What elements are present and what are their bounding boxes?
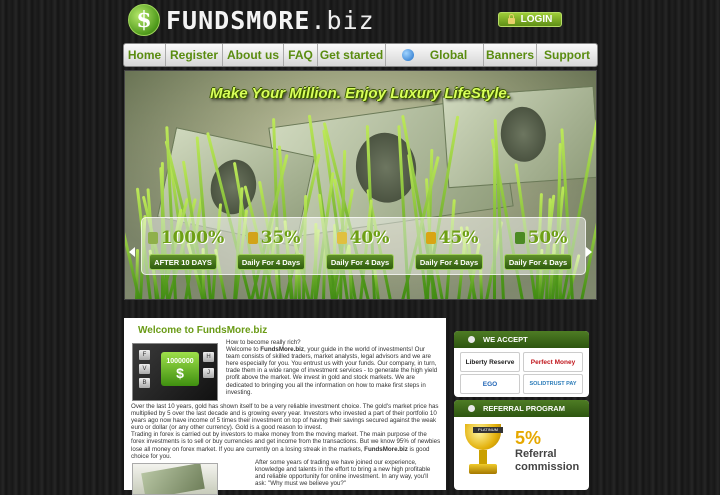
hero-banner: Make Your Million. Enjoy Luxury LifeStyl… [124,70,597,300]
referral-program-box: REFERRAL PROGRAM PLATINUM 5% Referral co… [454,400,589,490]
we-accept-header: WE ACCEPT [454,331,589,348]
logo-text: FUNDSMORE.biz [166,6,375,35]
money-rolls-image [132,463,218,495]
plan-card: 35% Daily For 4 Days [230,218,318,274]
we-accept-title: WE ACCEPT [483,335,528,344]
welcome-title: Welcome to FundsMore.biz [138,325,268,336]
globe-icon [401,49,414,61]
banner-tagline: Make Your Million. Enjoy Luxury LifeStyl… [210,85,511,102]
nav-support-label: Support [544,48,590,62]
plan-card: 45% Daily For 4 Days [408,218,496,274]
investment-plans: 1000% AFTER 10 DAYS 35% Daily For 4 Days… [141,217,586,275]
dollar-roll-image [141,464,205,494]
money-bag-icon [147,232,158,244]
logo-text-bold: FUNDSMORE [166,5,311,35]
trophy-plate: PLATINUM [473,427,503,433]
plan-card: 1000% AFTER 10 DAYS [142,218,230,274]
nav-register[interactable]: Register [166,44,223,66]
nav-get-started-label: Get started [319,48,384,62]
nav-home-label: Home [127,48,162,62]
nav-global-label: Global [429,48,468,62]
nav-support[interactable]: Support [537,44,597,66]
promo-key-symbol: $ [176,364,184,381]
slider-prev-arrow-icon[interactable] [129,247,135,257]
login-label: LOGIN [520,14,553,25]
trophy-icon: PLATINUM [460,424,506,482]
login-button[interactable]: LOGIN [498,12,562,27]
keyboard-image: F V B H J 1000000 $ [132,343,218,401]
nav-get-started[interactable]: Get started [318,44,386,66]
plan-card: 40% Daily For 4 Days [319,218,407,274]
plan-percent: 50% [497,228,585,248]
keyboard-key: B [139,378,150,388]
logo-text-suffix: .biz [310,5,375,35]
gold-paragraph: Over the last 10 years, gold has shown i… [131,403,439,432]
main-nav: Home Register About us FAQ Get started G… [123,43,598,67]
referral-header: REFERRAL PROGRAM [454,400,589,417]
plan-percent: 45% [408,228,496,248]
plan-percent: 35% [230,228,318,248]
cash-stack-icon [514,232,525,244]
nav-faq[interactable]: FAQ [284,44,318,66]
lock-icon [507,14,515,24]
plan-button[interactable]: Daily For 4 Days [504,254,572,270]
liberty-reserve-logo[interactable]: Liberty Reserve [460,352,520,372]
plan-button[interactable]: AFTER 10 DAYS [149,254,217,270]
keyboard-key: J [203,368,214,378]
nav-faq-label: FAQ [288,48,313,62]
plan-percent: 1000% [142,228,230,248]
plan-button[interactable]: Daily For 4 Days [415,254,483,270]
slider-next-arrow-icon[interactable] [586,247,592,257]
perfect-money-logo[interactable]: Perfect Money [523,352,583,372]
referral-percent: 5% [515,428,542,448]
keyboard-key: V [139,364,150,374]
coins-icon [336,232,347,244]
payment-icon [468,336,475,343]
body-text-2: After some years of trading we have join… [255,459,431,488]
plan-button[interactable]: Daily For 4 Days [326,254,394,270]
nav-about-us-label: About us [227,48,279,62]
referral-title: REFERRAL PROGRAM [483,404,565,413]
referral-icon [468,405,475,412]
solidtrust-pay-logo[interactable]: SOLIDTRUST PAY [523,374,583,394]
plan-percent: 40% [319,228,407,248]
plan-card: 50% Daily For 4 Days [497,218,585,274]
gold-bars-icon [425,232,436,244]
we-accept-box: WE ACCEPT Liberty Reserve Perfect Money … [454,331,589,397]
dollar-key-icon: 1000000 $ [161,352,199,386]
referral-text: Referral commission [515,448,580,473]
plan-button[interactable]: Daily For 4 Days [237,254,305,270]
nav-home[interactable]: Home [124,44,166,66]
nav-register-label: Register [169,48,219,62]
keyboard-key: H [203,352,214,362]
forex-paragraph: Trading in forex is carried out by inves… [131,431,441,460]
nav-banners-label: Banners [485,48,535,62]
keyboard-key: F [139,350,150,360]
gold-box-icon [247,232,258,244]
dollar-coin-icon: $ [128,4,160,36]
site-logo[interactable]: $ FUNDSMORE.biz [128,3,375,37]
body-text: Over the last 10 years, gold has shown i… [131,403,441,460]
intro-text: How to become really rich? Welcome to Fu… [226,339,438,396]
nav-about-us[interactable]: About us [223,44,284,66]
intro-paragraph: Welcome to FundsMore.biz, your guide in … [226,346,438,396]
nav-global[interactable]: Global [386,44,484,66]
nav-banners[interactable]: Banners [484,44,537,66]
ego-logo[interactable]: EGO [460,374,520,394]
promo-key-text: 1000000 [166,357,194,365]
intro-question: How to become really rich? [226,339,301,346]
